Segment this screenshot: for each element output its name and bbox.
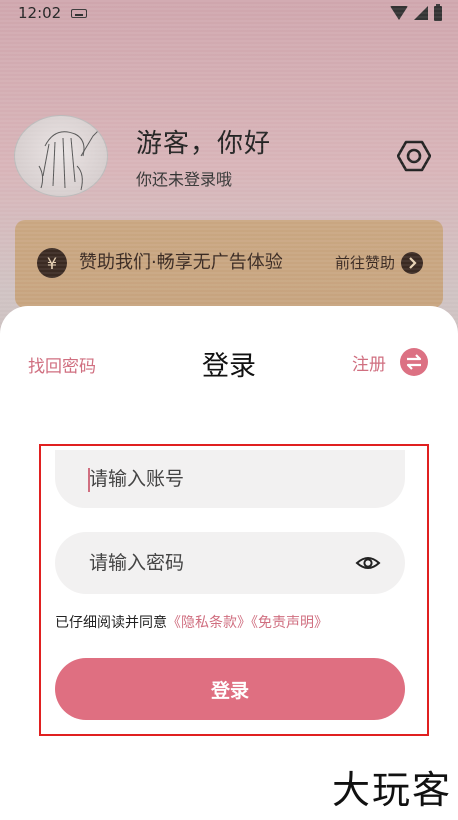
battery-icon	[434, 3, 442, 21]
chevron-right-icon	[401, 252, 423, 274]
sponsor-link[interactable]: 前往赞助	[335, 248, 423, 278]
yen-icon: ¥	[37, 248, 67, 278]
status-bar: 12:02	[0, 0, 458, 26]
sponsor-banner[interactable]: ¥ 赞助我们·畅享无广告体验 前往赞助	[15, 220, 443, 308]
disclaimer-link[interactable]: 《免责声明》	[251, 615, 328, 631]
swap-icon	[400, 348, 428, 376]
signal-icon	[414, 6, 428, 20]
watermark: 大玩客	[331, 768, 452, 812]
text-cursor	[88, 468, 90, 492]
profile-text: 游客，你好 你还未登录哦	[136, 123, 271, 190]
avatar[interactable]	[14, 115, 108, 197]
status-icons	[390, 3, 442, 21]
sponsor-text: 赞助我们·畅享无广告体验	[79, 252, 283, 273]
account-field-wrapper	[55, 450, 405, 508]
agreement-prefix: 已仔细阅读并同意	[55, 615, 167, 631]
agreement-text: 已仔细阅读并同意《隐私条款》《免责声明》	[55, 612, 328, 632]
register-label: 注册	[352, 354, 386, 375]
settings-button[interactable]	[394, 136, 434, 176]
privacy-link[interactable]: 《隐私条款》	[167, 615, 251, 631]
profile-header: 游客，你好 你还未登录哦	[14, 115, 444, 197]
account-input[interactable]	[89, 468, 381, 490]
register-link[interactable]: 注册	[352, 348, 428, 376]
password-field-wrapper	[55, 532, 405, 594]
login-sheet: 找回密码 登录 注册 已仔细阅读并同意《隐私条款》《免责声明》	[0, 306, 458, 820]
login-button[interactable]: 登录	[55, 658, 405, 720]
login-status-text: 你还未登录哦	[136, 169, 233, 189]
login-form: 已仔细阅读并同意《隐私条款》《免责声明》 登录	[39, 444, 429, 736]
eye-icon[interactable]	[355, 550, 381, 576]
wifi-icon	[390, 6, 408, 20]
sheet-header: 找回密码 登录 注册	[0, 344, 458, 384]
status-time: 12:02	[18, 4, 62, 22]
password-input[interactable]	[89, 552, 355, 574]
keyboard-icon	[71, 8, 88, 18]
gear-icon	[397, 140, 431, 172]
greeting-text: 游客，你好	[136, 128, 272, 159]
sponsor-link-label: 前往赞助	[334, 254, 395, 272]
